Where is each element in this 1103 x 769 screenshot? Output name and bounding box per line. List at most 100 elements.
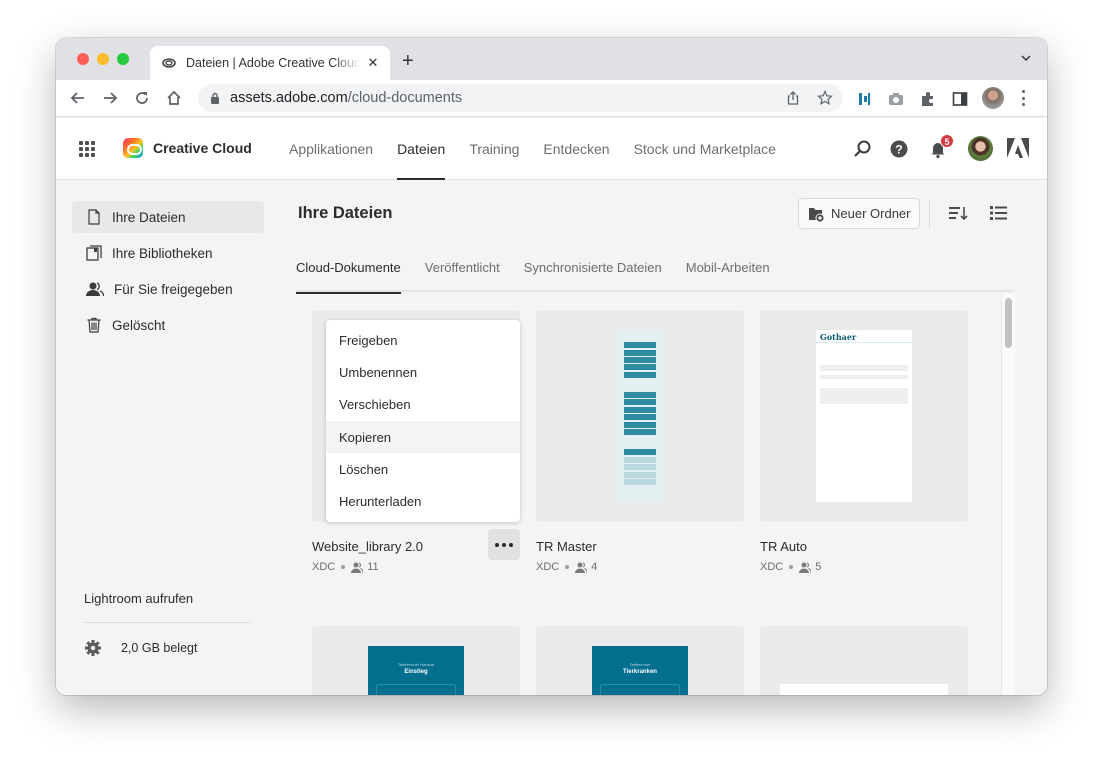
browser-menu-icon[interactable] <box>1022 90 1026 106</box>
thumbnail-preview: Tarifrechner Tierkranken <box>592 646 688 695</box>
url-host: assets.adobe.com <box>230 90 348 106</box>
search-icon[interactable] <box>852 139 872 159</box>
separator-dot <box>789 565 794 569</box>
tab-synchronisierte-dateien[interactable]: Synchronisierte Dateien <box>524 248 662 292</box>
sidebar-divider <box>84 622 251 623</box>
sidebar-item-ihre-bibliotheken[interactable]: Ihre Bibliotheken <box>72 237 264 269</box>
file-icon <box>88 209 100 225</box>
thumbnail-subtitle: Tarifrechner <box>629 662 651 667</box>
address-bar[interactable]: assets.adobe.com/cloud-documents <box>198 84 843 112</box>
sidebar-item-fuer-sie-freigegeben[interactable]: Für Sie freigegeben <box>72 273 264 305</box>
lightroom-link[interactable]: Lightroom aufrufen <box>84 591 193 606</box>
sidebar-item-label: Ihre Dateien <box>112 209 186 225</box>
menu-item-loeschen[interactable]: Löschen <box>326 453 520 485</box>
thumbnail-subtitle: Tarifrechner Hausrat <box>397 662 435 667</box>
menu-item-herunterladen[interactable]: Herunterladen <box>326 485 520 517</box>
creative-cloud-favicon-icon <box>162 56 176 70</box>
collaborator-count: 5 <box>815 561 822 573</box>
reload-icon[interactable] <box>133 89 151 107</box>
tab-title: Dateien | Adobe Creative Cloud <box>186 56 360 70</box>
file-thumbnail[interactable]: Tarifrechner Tierkranken <box>536 626 744 695</box>
close-window-button[interactable] <box>77 53 89 65</box>
thumbnail-title: Tierkranken <box>623 669 657 675</box>
chevron-down-icon[interactable] <box>1021 53 1031 63</box>
menu-item-umbenennen[interactable]: Umbenennen <box>326 356 520 388</box>
toolbar-divider <box>929 199 930 229</box>
nav-dateien[interactable]: Dateien <box>397 118 446 180</box>
notification-count-badge: 5 <box>940 134 954 148</box>
camera-extension-icon[interactable] <box>888 91 904 107</box>
browser-window: Dateien | Adobe Creative Cloud ✕ + asset… <box>56 38 1047 695</box>
new-folder-button[interactable]: Neuer Ordner <box>798 198 920 229</box>
nav-stock-marketplace[interactable]: Stock und Marketplace <box>634 118 776 180</box>
new-tab-button[interactable]: + <box>402 51 414 71</box>
lock-icon <box>211 92 219 104</box>
menu-item-verschieben[interactable]: Verschieben <box>326 389 520 421</box>
tab-strip: Dateien | Adobe Creative Cloud ✕ + <box>56 38 1047 80</box>
side-panel-icon[interactable] <box>952 91 968 107</box>
brand-name[interactable]: Creative Cloud <box>153 140 252 156</box>
collaborator-count: 11 <box>367 561 379 573</box>
scrollbar[interactable] <box>1001 294 1015 695</box>
sort-icon[interactable] <box>948 204 968 222</box>
file-thumbnail[interactable]: Tarifrechner Hausrat Einstieg <box>312 626 520 695</box>
file-thumbnail-tr-auto[interactable]: Gothaer <box>760 310 968 522</box>
shared-people-icon <box>86 282 104 297</box>
tab-cloud-dokumente[interactable]: Cloud-Dokumente <box>296 248 401 294</box>
app-switcher-icon[interactable] <box>79 141 95 157</box>
menu-item-freigeben[interactable]: Freigeben <box>326 324 520 356</box>
adobe-logo-icon[interactable] <box>1007 138 1029 158</box>
thumbnail-brand: Gothaer <box>820 332 857 342</box>
help-icon[interactable]: ? <box>889 139 909 159</box>
nav-applikationen[interactable]: Applikationen <box>289 118 373 180</box>
puzzle-extensions-icon[interactable] <box>920 91 936 107</box>
more-actions-button[interactable] <box>488 529 520 560</box>
file-name[interactable]: Website_library 2.0 <box>312 539 423 554</box>
browser-tab[interactable]: Dateien | Adobe Creative Cloud ✕ <box>150 46 390 80</box>
sidebar: Ihre Dateien Ihre Bibliotheken Für Sie f… <box>56 181 280 695</box>
forward-icon[interactable] <box>101 89 119 107</box>
separator-dot <box>341 565 346 569</box>
tab-mobil-arbeiten[interactable]: Mobil-Arbeiten <box>686 248 770 292</box>
back-icon[interactable] <box>69 89 87 107</box>
file-type: XDC <box>536 561 560 573</box>
storage-label: 2,0 GB belegt <box>121 641 198 655</box>
library-icon <box>86 245 102 261</box>
gear-icon <box>85 640 101 656</box>
sidebar-item-geloescht[interactable]: Gelöscht <box>72 309 264 341</box>
context-menu: Freigeben Umbenennen Verschieben Kopiere… <box>326 320 520 522</box>
collaborators-icon <box>575 561 588 573</box>
file-type: XDC <box>312 561 336 573</box>
minimize-window-button[interactable] <box>97 53 109 65</box>
page-title: Ihre Dateien <box>298 204 393 222</box>
file-thumbnail-tr-master[interactable] <box>536 310 744 522</box>
list-view-icon[interactable] <box>989 204 1009 222</box>
close-tab-icon[interactable]: ✕ <box>366 55 380 71</box>
extension-hotjar-icon[interactable] <box>856 91 872 107</box>
storage-usage[interactable]: 2,0 GB belegt <box>84 639 197 657</box>
thumbnail-preview <box>616 330 664 502</box>
file-name[interactable]: TR Master <box>536 539 597 554</box>
sidebar-item-label: Ihre Bibliotheken <box>112 245 213 261</box>
creative-cloud-logo-icon[interactable] <box>123 138 143 158</box>
user-avatar[interactable] <box>968 136 993 161</box>
nav-entdecken[interactable]: Entdecken <box>543 118 609 180</box>
browser-profile-avatar[interactable] <box>982 87 1004 109</box>
browser-toolbar: assets.adobe.com/cloud-documents <box>56 80 1047 117</box>
trash-icon <box>87 317 101 333</box>
url-path: /cloud-documents <box>347 90 463 106</box>
tab-veroeffentlicht[interactable]: Veröffentlicht <box>425 248 500 292</box>
share-icon[interactable] <box>785 90 801 106</box>
scrollbar-thumb[interactable] <box>1005 298 1012 348</box>
sidebar-item-ihre-dateien[interactable]: Ihre Dateien <box>72 201 264 233</box>
file-type: XDC <box>760 561 784 573</box>
nav-training[interactable]: Training <box>469 118 519 180</box>
maximize-window-button[interactable] <box>117 53 129 65</box>
collaborator-count: 4 <box>591 561 598 573</box>
file-name[interactable]: TR Auto <box>760 539 807 554</box>
menu-item-kopieren[interactable]: Kopieren <box>326 420 520 454</box>
bookmark-star-icon[interactable] <box>817 90 833 106</box>
file-thumbnail[interactable] <box>760 626 968 695</box>
home-icon[interactable] <box>165 89 183 107</box>
new-folder-icon <box>809 207 824 222</box>
